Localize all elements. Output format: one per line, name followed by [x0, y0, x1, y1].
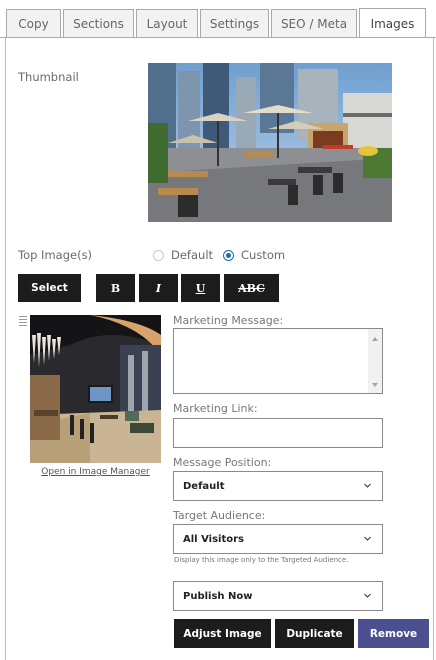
tab-images[interactable]: Images: [359, 8, 426, 38]
duplicate-button[interactable]: Duplicate: [275, 619, 354, 648]
marketing-message-textarea[interactable]: [173, 328, 383, 394]
message-position-select[interactable]: Default: [173, 471, 383, 501]
textarea-scrollbar[interactable]: [368, 329, 382, 393]
marketing-link-label: Marketing Link:: [173, 402, 258, 415]
target-audience-help: Display this image only to the Targeted …: [174, 556, 349, 564]
radio-custom[interactable]: [223, 250, 234, 261]
radio-default[interactable]: [153, 250, 164, 261]
publish-value: Publish Now: [183, 590, 253, 602]
adjust-image-button[interactable]: Adjust Image: [174, 619, 271, 648]
chevron-down-icon: [364, 536, 371, 541]
chevron-down-icon: [364, 483, 371, 488]
thumbnail-image[interactable]: [148, 63, 392, 222]
tab-divider: [0, 37, 436, 38]
target-audience-select[interactable]: All Visitors: [173, 524, 383, 554]
marketing-link-input[interactable]: [173, 418, 383, 448]
marketing-message-label: Marketing Message:: [173, 314, 284, 327]
open-in-image-manager-link[interactable]: Open in Image Manager: [30, 467, 161, 477]
thumbnail-label: Thumbnail: [18, 70, 79, 84]
panel-border-right: [433, 38, 434, 660]
underline-button[interactable]: U: [181, 274, 220, 302]
top-images-label: Top Image(s): [18, 248, 93, 262]
publish-select[interactable]: Publish Now: [173, 581, 383, 611]
remove-button[interactable]: Remove: [358, 619, 429, 648]
tab-seo-meta[interactable]: SEO / Meta: [271, 9, 357, 37]
radio-custom-label: Custom: [241, 248, 286, 262]
message-position-value: Default: [183, 480, 225, 492]
drag-handle-icon[interactable]: [19, 316, 27, 328]
strikethrough-button[interactable]: ABC: [224, 274, 279, 302]
top-image-preview[interactable]: [30, 315, 161, 463]
chevron-down-icon: [364, 593, 371, 598]
tab-copy[interactable]: Copy: [6, 9, 61, 37]
radio-default-label: Default: [171, 248, 214, 262]
target-audience-label: Target Audience:: [173, 509, 266, 522]
scroll-arrows-icon: [372, 337, 378, 387]
tab-bar: Copy Sections Layout Settings SEO / Meta…: [0, 0, 436, 38]
tab-sections[interactable]: Sections: [63, 9, 134, 37]
italic-button[interactable]: I: [139, 274, 178, 302]
message-position-label: Message Position:: [173, 456, 272, 469]
panel-border-left: [5, 38, 6, 660]
select-button[interactable]: Select: [18, 274, 81, 302]
tab-layout[interactable]: Layout: [136, 9, 198, 37]
target-audience-value: All Visitors: [183, 533, 244, 545]
bold-button[interactable]: B: [96, 274, 135, 302]
tab-settings[interactable]: Settings: [200, 9, 269, 37]
